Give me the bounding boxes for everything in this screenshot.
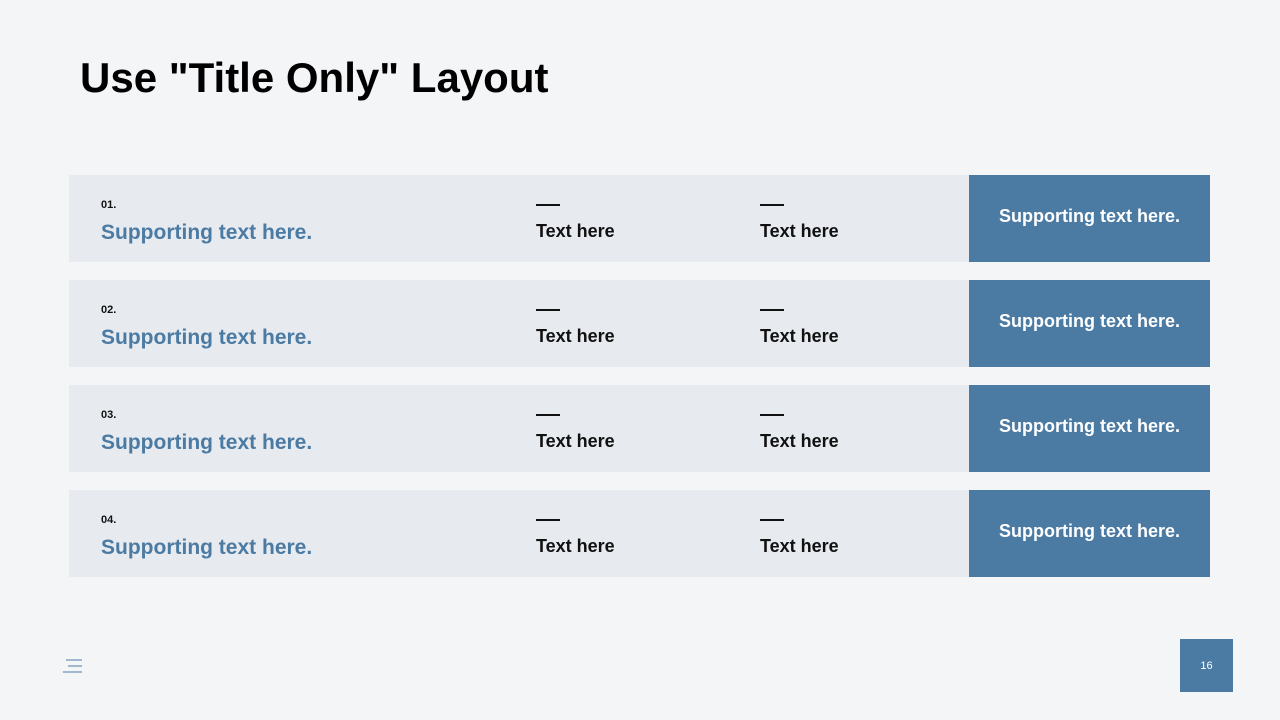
column-text: Text here	[536, 221, 615, 241]
column-text: Text here	[760, 221, 839, 241]
row-column-1: Text here	[536, 204, 615, 242]
dash-divider	[760, 519, 784, 521]
column-text: Text here	[536, 326, 615, 346]
row-support-text: Supporting text here.	[101, 221, 313, 244]
dash-divider	[760, 309, 784, 311]
row-column-2: Text here	[760, 519, 839, 557]
box-text: Supporting text here.	[998, 416, 1180, 436]
rows-list: 01. Supporting text here. Text here Text…	[69, 175, 1210, 595]
row-highlight-box: Supporting text here.	[969, 280, 1210, 367]
row-highlight-box: Supporting text here.	[969, 175, 1210, 262]
box-text: Supporting text here.	[998, 206, 1180, 226]
row-column-1: Text here	[536, 519, 615, 557]
column-text: Text here	[760, 326, 839, 346]
row-support-text: Supporting text here.	[101, 536, 313, 559]
row-support-text: Supporting text here.	[101, 326, 313, 349]
row-support-text: Supporting text here.	[101, 431, 313, 454]
list-row-2: 02. Supporting text here. Text here Text…	[69, 280, 1210, 367]
dash-divider	[536, 309, 560, 311]
row-column-1: Text here	[536, 414, 615, 452]
row-column-2: Text here	[760, 204, 839, 242]
list-row-1: 01. Supporting text here. Text here Text…	[69, 175, 1210, 262]
column-text: Text here	[536, 536, 615, 556]
dash-divider	[536, 204, 560, 206]
slide-title: Use "Title Only" Layout	[80, 54, 549, 101]
row-column-1: Text here	[536, 309, 615, 347]
column-text: Text here	[760, 536, 839, 556]
list-row-3: 03. Supporting text here. Text here Text…	[69, 385, 1210, 472]
row-number: 04.	[101, 514, 117, 526]
column-text: Text here	[536, 431, 615, 451]
row-column-2: Text here	[760, 309, 839, 347]
box-text: Supporting text here.	[998, 521, 1180, 541]
box-text: Supporting text here.	[998, 311, 1180, 331]
dash-divider	[536, 414, 560, 416]
dash-divider	[760, 414, 784, 416]
row-column-2: Text here	[760, 414, 839, 452]
list-row-4: 04. Supporting text here. Text here Text…	[69, 490, 1210, 577]
column-text: Text here	[760, 431, 839, 451]
row-highlight-box: Supporting text here.	[969, 490, 1210, 577]
dash-divider	[760, 204, 784, 206]
dash-divider	[536, 519, 560, 521]
row-highlight-box: Supporting text here.	[969, 385, 1210, 472]
page-number: 16	[1200, 659, 1213, 672]
row-number: 02.	[101, 304, 117, 316]
slide: Use "Title Only" Layout 01. Supporting t…	[0, 0, 1280, 720]
page-number-badge: 16	[1180, 639, 1233, 692]
row-number: 03.	[101, 409, 117, 421]
row-number: 01.	[101, 199, 117, 211]
menu-icon	[63, 659, 83, 673]
